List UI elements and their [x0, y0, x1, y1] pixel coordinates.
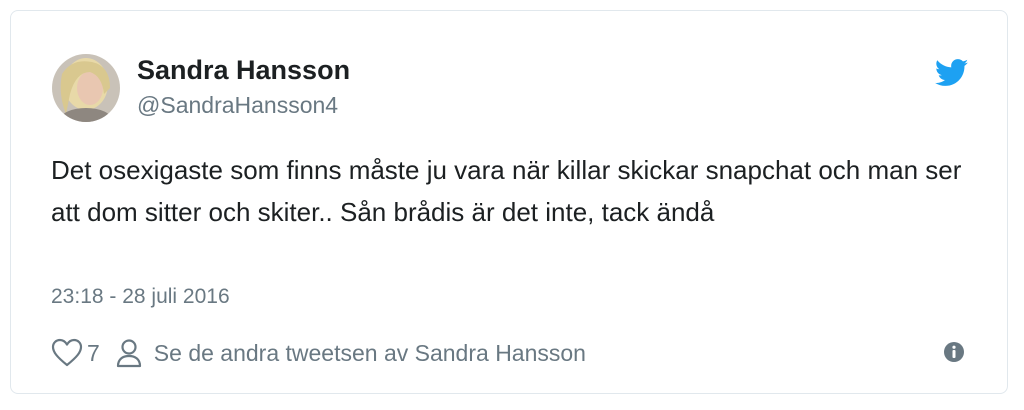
tweet-card: Sandra Hansson @SandraHansson4 Det osexi… [10, 10, 1008, 394]
person-icon[interactable] [116, 338, 142, 368]
tweet-text: Det osexigaste som finns måste ju vara n… [51, 155, 962, 227]
heart-icon[interactable] [51, 338, 83, 368]
author-handle[interactable]: @SandraHansson4 [137, 91, 338, 119]
more-tweets-link[interactable]: Se de andra tweetsen av Sandra Hansson [154, 340, 586, 367]
twitter-bird-icon[interactable] [935, 59, 969, 87]
like-count[interactable]: 7 [87, 340, 100, 367]
tweet-timestamp[interactable]: 23:18 - 28 juli 2016 [51, 283, 230, 311]
info-icon[interactable] [943, 341, 965, 363]
author-name[interactable]: Sandra Hansson [137, 54, 350, 86]
tweet-actions: 7 Se de andra tweetsen av Sandra Hansson [51, 336, 586, 370]
avatar[interactable] [52, 54, 120, 122]
